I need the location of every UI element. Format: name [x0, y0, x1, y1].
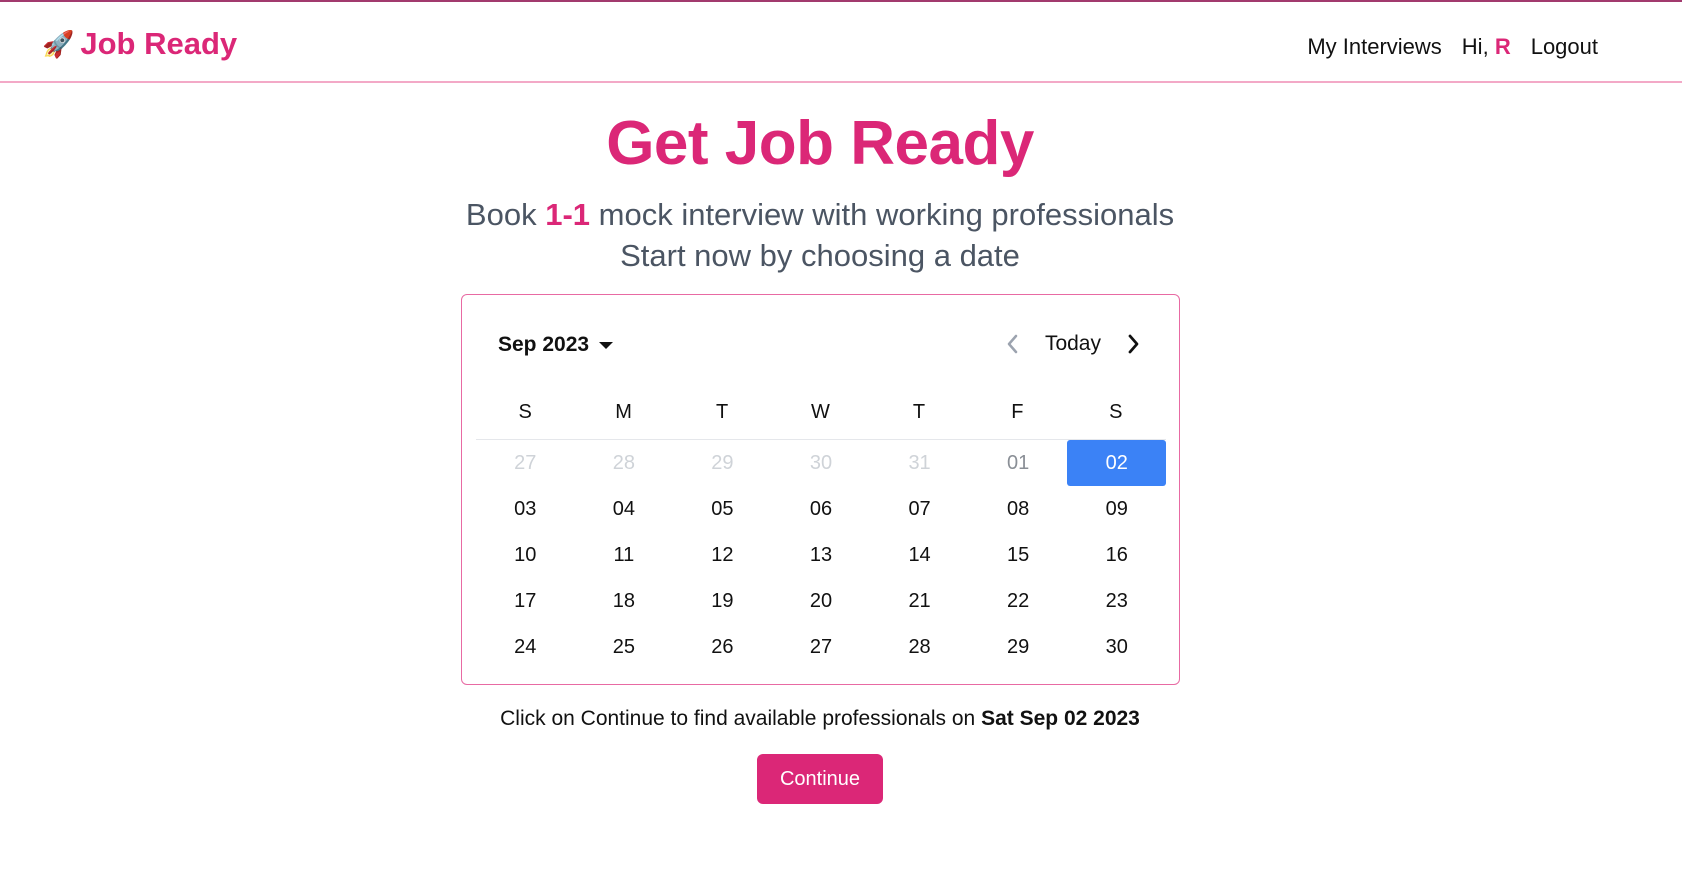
- calendar-day: 30: [809, 451, 833, 474]
- calendar-day[interactable]: 12: [673, 532, 772, 578]
- calendar-day[interactable]: 08: [969, 486, 1068, 532]
- calendar-navigation: Today: [1001, 331, 1145, 357]
- page-title: Get Job Ready: [606, 109, 1034, 178]
- my-interviews-link[interactable]: My Interviews: [1307, 34, 1441, 60]
- calendar-day[interactable]: 20: [772, 578, 871, 624]
- weekday-label: T: [715, 401, 729, 423]
- subtitle-suffix: mock interview with working professional…: [598, 197, 1175, 232]
- days-grid: 27 28 29 30 31 01 02 03 04 05 06 07 08 09 10 11 12 13 14 15…: [476, 440, 1166, 670]
- subtitle-highlight: 1-1: [545, 197, 591, 232]
- calendar-day[interactable]: 22: [969, 578, 1068, 624]
- calendar-day: 27: [514, 451, 537, 474]
- subtitle-line-2: Start now by choosing a date: [620, 238, 1020, 273]
- main-nav: My Interviews Hi, R Logout: [1307, 34, 1598, 60]
- calendar-day[interactable]: 15: [969, 532, 1068, 578]
- calendar-day[interactable]: 17: [476, 578, 575, 624]
- greeting-text: Hi,: [1461, 34, 1489, 59]
- calendar-day[interactable]: 28: [870, 624, 969, 670]
- calendar-day[interactable]: 10: [476, 532, 575, 578]
- calendar-day[interactable]: 18: [575, 578, 674, 624]
- weekday-label: F: [1011, 401, 1024, 423]
- brand-logo-link[interactable]: 🚀 Job Ready: [42, 26, 237, 62]
- calendar-day[interactable]: 24: [476, 624, 575, 670]
- calendar-day: 28: [612, 451, 635, 474]
- rocket-icon: 🚀: [42, 29, 75, 59]
- calendar-day: 29: [711, 451, 734, 474]
- hint-text: Click on Continue to find available prof…: [500, 707, 976, 730]
- calendar-day[interactable]: 11: [575, 532, 674, 578]
- calendar-day[interactable]: 05: [673, 486, 772, 532]
- selection-hint: Click on Continue to find available prof…: [0, 707, 1640, 731]
- weekday-header-row: SMTWTFS: [476, 401, 1165, 435]
- calendar-day[interactable]: 21: [870, 578, 969, 624]
- page-subtitle: Book 1-1 mock interview with working pro…: [0, 194, 1640, 276]
- month-year-label: Sep 2023: [498, 333, 590, 356]
- calendar-day: 31: [908, 451, 931, 474]
- month-year-dropdown[interactable]: Sep 2023: [498, 333, 614, 357]
- weekday-label: M: [615, 401, 632, 423]
- calendar-day-selected[interactable]: 02: [1067, 440, 1166, 486]
- chevron-right-icon: [1128, 334, 1139, 354]
- date-calendar: Sep 2023 Today SMTWTFS 27 28 29 30 31 01 02 03 0…: [461, 294, 1180, 685]
- calendar-day[interactable]: 07: [870, 486, 969, 532]
- calendar-day[interactable]: 30: [1067, 624, 1166, 670]
- calendar-header: Sep 2023 Today: [462, 295, 1179, 395]
- calendar-day[interactable]: 09: [1067, 486, 1166, 532]
- caret-down-icon: [599, 341, 614, 349]
- calendar-day[interactable]: 27: [772, 624, 871, 670]
- calendar-day[interactable]: 03: [476, 486, 575, 532]
- weekday-label: T: [912, 401, 926, 423]
- logout-link[interactable]: Logout: [1531, 34, 1598, 60]
- calendar-day[interactable]: 23: [1067, 578, 1166, 624]
- brand-name: Job Ready: [80, 26, 238, 61]
- weekday-label: W: [811, 401, 830, 423]
- chevron-left-icon: [1007, 334, 1018, 354]
- previous-month-button[interactable]: [1001, 331, 1023, 357]
- subtitle-line-1: Book 1-1 mock interview with working pro…: [0, 194, 1640, 235]
- calendar-day[interactable]: 29: [969, 624, 1068, 670]
- next-month-button[interactable]: [1123, 331, 1145, 357]
- calendar-day[interactable]: 14: [870, 532, 969, 578]
- calendar-day[interactable]: 16: [1067, 532, 1166, 578]
- continue-button[interactable]: Continue: [757, 754, 883, 804]
- selected-date-text: Sat Sep 02 2023: [981, 707, 1140, 730]
- weekday-label: S: [518, 401, 532, 423]
- calendar-day[interactable]: 26: [673, 624, 772, 670]
- top-navbar: 🚀 Job Ready My Interviews Hi, R Logout: [0, 0, 1682, 83]
- calendar-day[interactable]: 04: [575, 486, 674, 532]
- calendar-day[interactable]: 13: [772, 532, 871, 578]
- user-greeting: Hi, R: [1462, 34, 1511, 60]
- calendar-day[interactable]: 06: [772, 486, 871, 532]
- weekday-label: S: [1109, 401, 1123, 423]
- calendar-day[interactable]: 19: [673, 578, 772, 624]
- user-initial: R: [1494, 34, 1511, 59]
- today-button[interactable]: Today: [1045, 332, 1101, 356]
- calendar-day[interactable]: 01: [969, 440, 1068, 486]
- calendar-day[interactable]: 25: [575, 624, 674, 670]
- subtitle-prefix: Book: [465, 197, 537, 232]
